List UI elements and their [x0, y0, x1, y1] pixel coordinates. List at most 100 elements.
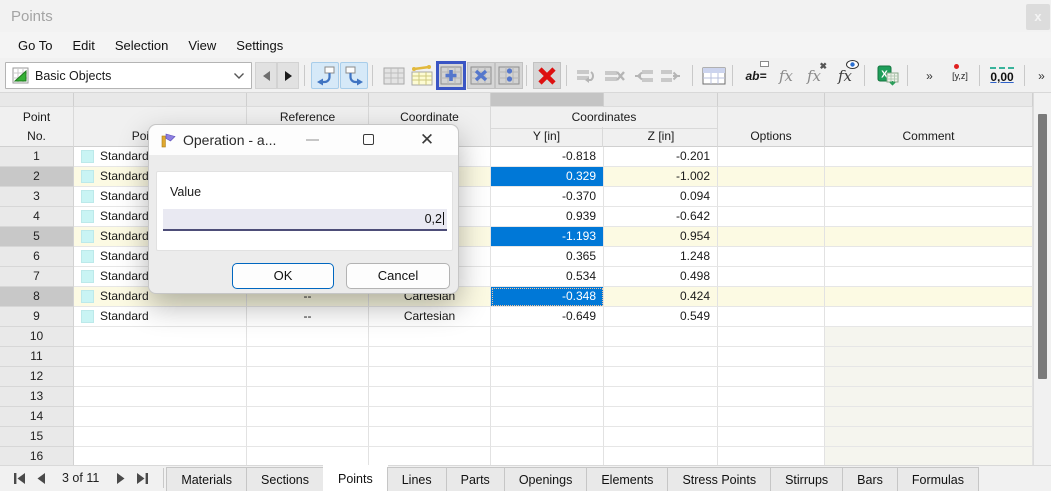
- cell-coordinate_system[interactable]: Cartesian: [369, 307, 491, 327]
- fx-view-button[interactable]: fx: [831, 59, 859, 89]
- row-insert-left-button[interactable]: [629, 62, 657, 89]
- table-window-button[interactable]: [700, 62, 728, 89]
- ab-equal-button[interactable]: ab=: [741, 60, 771, 89]
- delete-all-button[interactable]: [533, 62, 561, 89]
- cell-y[interactable]: [491, 447, 604, 465]
- row-header[interactable]: 2: [0, 167, 74, 187]
- column-indicator-7[interactable]: [825, 93, 1033, 107]
- cell-options[interactable]: [718, 287, 825, 307]
- cell-comment[interactable]: [825, 167, 1033, 187]
- cell-comment[interactable]: [825, 307, 1033, 327]
- cell-z[interactable]: -1.002: [604, 167, 718, 187]
- cell-comment[interactable]: [825, 207, 1033, 227]
- tab-lines[interactable]: Lines: [386, 467, 447, 491]
- dialog-title-bar[interactable]: Operation - a... ✕: [149, 125, 458, 155]
- toolbar-overflow2-button[interactable]: »: [1033, 62, 1049, 89]
- cell-options[interactable]: [718, 407, 825, 427]
- ok-button[interactable]: OK: [232, 263, 334, 289]
- cancel-button[interactable]: Cancel: [346, 263, 450, 289]
- cell-coordinate_system[interactable]: [369, 387, 491, 407]
- cell-y[interactable]: [491, 347, 604, 367]
- cell-type[interactable]: [74, 327, 247, 347]
- tab-formulas[interactable]: Formulas: [896, 467, 979, 491]
- cell-comment[interactable]: [825, 327, 1033, 347]
- minimize-icon[interactable]: [306, 139, 319, 141]
- cell-comment[interactable]: [825, 447, 1033, 465]
- cell-type[interactable]: [74, 387, 247, 407]
- column-indicator-0[interactable]: [0, 93, 74, 107]
- cell-y[interactable]: -0.348: [491, 287, 604, 307]
- cell-y[interactable]: 0.365: [491, 247, 604, 267]
- row-copy-button[interactable]: [573, 62, 601, 89]
- cell-coordinate_system[interactable]: [369, 407, 491, 427]
- row-delete-button[interactable]: [601, 62, 629, 89]
- cell-comment[interactable]: [825, 347, 1033, 367]
- cell-type[interactable]: [74, 367, 247, 387]
- scrollbar-thumb[interactable]: [1038, 114, 1047, 379]
- menu-item-view[interactable]: View: [178, 35, 226, 56]
- close-icon[interactable]: x: [1026, 4, 1050, 30]
- table-delete-button[interactable]: [467, 62, 495, 89]
- header-comment[interactable]: Comment: [825, 107, 1033, 147]
- column-indicator-1[interactable]: [74, 93, 247, 107]
- menu-item-settings[interactable]: Settings: [226, 35, 293, 56]
- header-options[interactable]: Options: [718, 107, 825, 147]
- cell-options[interactable]: [718, 307, 825, 327]
- column-indicator-6[interactable]: [718, 93, 825, 107]
- row-header[interactable]: 5: [0, 227, 74, 247]
- excel-export-button[interactable]: X: [874, 62, 902, 89]
- cell-comment[interactable]: [825, 187, 1033, 207]
- row-insert-right-button[interactable]: [657, 62, 685, 89]
- cell-type[interactable]: Standard: [74, 307, 247, 327]
- table-add-button[interactable]: [436, 61, 466, 90]
- cell-reference[interactable]: [247, 367, 369, 387]
- row-header[interactable]: 14: [0, 407, 74, 427]
- tab-stirrups[interactable]: Stirrups: [770, 467, 844, 491]
- first-table-button[interactable]: [8, 469, 30, 487]
- coordinates-display-button[interactable]: [y,z]: [945, 62, 975, 89]
- cell-options[interactable]: [718, 187, 825, 207]
- next-page-button[interactable]: [109, 469, 131, 487]
- row-header[interactable]: 3: [0, 187, 74, 207]
- cell-options[interactable]: [718, 247, 825, 267]
- cell-reference[interactable]: --: [247, 307, 369, 327]
- cell-comment[interactable]: [825, 227, 1033, 247]
- cell-comment[interactable]: [825, 147, 1033, 167]
- cell-options[interactable]: [718, 447, 825, 465]
- tab-bars[interactable]: Bars: [842, 467, 898, 491]
- cell-reference[interactable]: [247, 347, 369, 367]
- row-header[interactable]: 6: [0, 247, 74, 267]
- cell-y[interactable]: 0.939: [491, 207, 604, 227]
- row-header[interactable]: 11: [0, 347, 74, 367]
- row-header[interactable]: 4: [0, 207, 74, 227]
- cell-z[interactable]: [604, 427, 718, 447]
- cell-comment[interactable]: [825, 267, 1033, 287]
- tab-sections[interactable]: Sections: [246, 467, 324, 491]
- cell-z[interactable]: -0.642: [604, 207, 718, 227]
- cell-y[interactable]: 0.534: [491, 267, 604, 287]
- table-properties-button[interactable]: [495, 62, 523, 89]
- cell-reference[interactable]: [247, 427, 369, 447]
- cell-reference[interactable]: [247, 447, 369, 465]
- column-indicator-4[interactable]: [491, 93, 604, 107]
- table-new-button[interactable]: [408, 62, 436, 89]
- cell-options[interactable]: [718, 347, 825, 367]
- row-header[interactable]: 15: [0, 427, 74, 447]
- header-point-no[interactable]: Point No.: [0, 107, 74, 147]
- cell-z[interactable]: [604, 447, 718, 465]
- cell-options[interactable]: [718, 387, 825, 407]
- fx-button[interactable]: fx: [774, 62, 798, 89]
- tab-materials[interactable]: Materials: [166, 467, 248, 491]
- row-header[interactable]: 12: [0, 367, 74, 387]
- cell-coordinate_system[interactable]: [369, 427, 491, 447]
- table-view-button[interactable]: [380, 62, 408, 89]
- cell-coordinate_system[interactable]: [369, 447, 491, 465]
- tab-points[interactable]: Points: [322, 465, 388, 491]
- cell-options[interactable]: [718, 207, 825, 227]
- cell-z[interactable]: 1.248: [604, 247, 718, 267]
- tab-elements[interactable]: Elements: [586, 467, 669, 491]
- row-header[interactable]: 13: [0, 387, 74, 407]
- tab-openings[interactable]: Openings: [503, 467, 588, 491]
- cell-coordinate_system[interactable]: [369, 327, 491, 347]
- menu-item-go-to[interactable]: Go To: [8, 35, 62, 56]
